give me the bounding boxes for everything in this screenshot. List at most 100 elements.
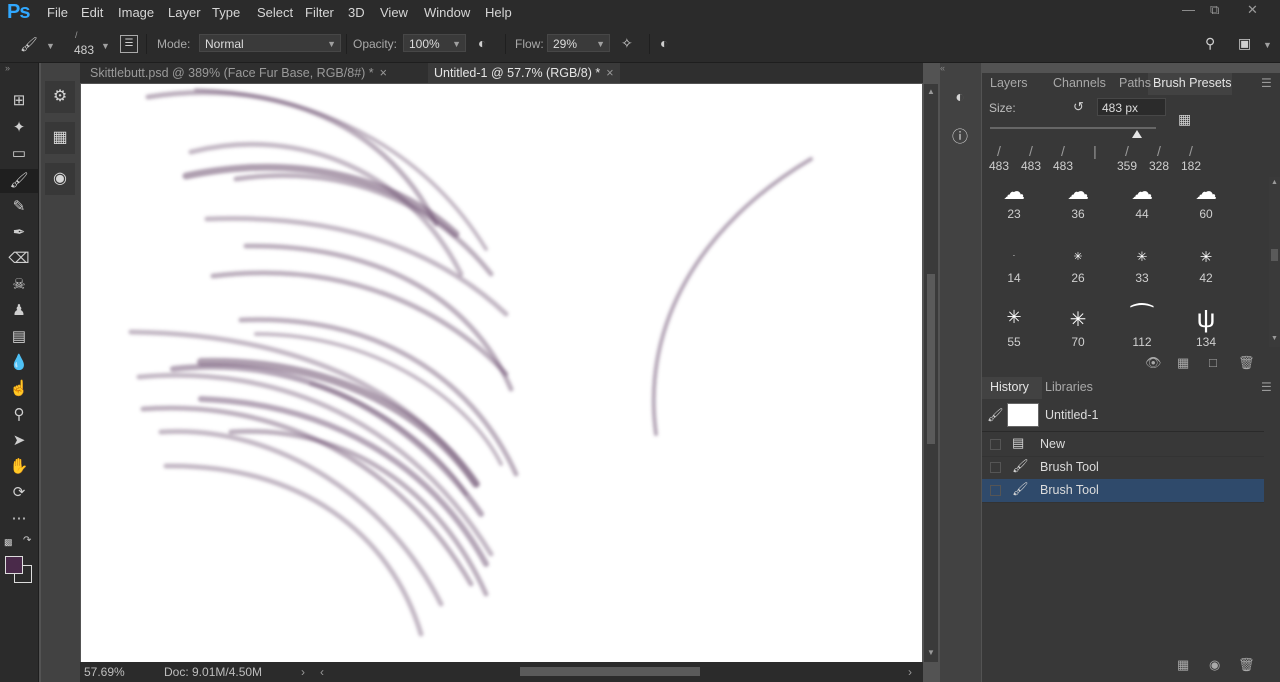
- info-icon[interactable]: ⓘ: [945, 124, 975, 152]
- history-snapshot-row[interactable]: 🖌 Untitled-1: [982, 401, 1264, 432]
- document-canvas[interactable]: [81, 84, 922, 662]
- brush-panel-toggle-icon[interactable]: ☰: [120, 35, 138, 53]
- scroll-thumb[interactable]: [927, 274, 935, 444]
- scroll-right-icon[interactable]: ›: [908, 665, 912, 679]
- crop-tool-icon[interactable]: ⊞: [0, 89, 38, 113]
- zoom-tool-icon[interactable]: ⚲: [0, 403, 38, 427]
- tab-close-icon[interactable]: ×: [606, 66, 613, 80]
- menu-edit[interactable]: Edit: [81, 5, 103, 20]
- mode-select[interactable]: Normal ▼: [199, 34, 341, 52]
- canvas-vertical-scrollbar[interactable]: ▲ ▼: [924, 84, 938, 662]
- history-step[interactable]: 🖌 Brush Tool: [982, 456, 1264, 480]
- size-input[interactable]: 483 px: [1097, 98, 1166, 116]
- default-colors-icon[interactable]: ▩: [4, 537, 13, 548]
- chevron-down-icon[interactable]: ▼: [46, 41, 55, 51]
- new-document-from-state-icon[interactable]: ▦: [1177, 657, 1189, 673]
- brush-preset[interactable]: ☁ 36: [1046, 177, 1110, 239]
- status-menu-arrow-icon[interactable]: ›: [301, 665, 305, 679]
- brush-preset[interactable]: · 14: [982, 239, 1046, 303]
- scroll-thumb[interactable]: [1271, 249, 1278, 261]
- brush-settings-icon[interactable]: ▦: [1178, 111, 1191, 128]
- brush-tool-icon[interactable]: 🖌: [0, 169, 38, 193]
- scroll-left-icon[interactable]: ‹: [320, 665, 324, 679]
- reset-size-icon[interactable]: ↺: [1073, 99, 1084, 115]
- scroll-down-icon[interactable]: ▼: [927, 648, 935, 657]
- brush-preset[interactable]: ⁀ 112: [1110, 303, 1174, 347]
- scroll-down-icon[interactable]: ▼: [1271, 335, 1278, 342]
- tab-brush-presets[interactable]: Brush Presets: [1153, 76, 1232, 90]
- brush-size-readout[interactable]: 483: [74, 43, 94, 57]
- scroll-up-icon[interactable]: ▲: [1271, 179, 1278, 186]
- history-checkbox[interactable]: [990, 485, 1001, 496]
- brush-settings-icon[interactable]: ⚙: [45, 81, 75, 113]
- chevron-down-icon[interactable]: ▼: [101, 41, 110, 51]
- flow-field[interactable]: 29% ▼: [547, 34, 610, 52]
- panel-menu-icon[interactable]: ☰: [1261, 76, 1272, 90]
- history-step[interactable]: ▤ New: [982, 433, 1264, 457]
- menu-view[interactable]: View: [380, 5, 408, 20]
- recent-brush[interactable]: |: [1080, 143, 1110, 159]
- smudge-tool-icon[interactable]: ☝: [0, 377, 38, 401]
- recent-brush[interactable]: /328: [1144, 143, 1174, 173]
- menu-type[interactable]: Type: [212, 5, 240, 20]
- camera-icon[interactable]: ◉: [1209, 657, 1220, 673]
- brush-presets-scrollbar[interactable]: ▲ ▼: [1269, 177, 1280, 347]
- expand-panels-icon[interactable]: «: [940, 63, 945, 73]
- palette-icon[interactable]: ◉: [45, 163, 75, 195]
- pressure-size-icon[interactable]: ◐: [660, 35, 668, 51]
- history-brush-source-icon[interactable]: 🖌: [987, 407, 1004, 423]
- menu-image[interactable]: Image: [118, 5, 154, 20]
- menu-select[interactable]: Select: [257, 5, 293, 20]
- more-tools-icon[interactable]: ⋯: [0, 507, 38, 531]
- history-checkbox[interactable]: [990, 462, 1001, 473]
- brush-preset[interactable]: ✳ 42: [1174, 239, 1238, 303]
- tab-history[interactable]: History: [990, 380, 1029, 394]
- recent-brush[interactable]: /359: [1112, 143, 1142, 173]
- tab-channels[interactable]: Channels: [1053, 76, 1106, 90]
- menu-filter[interactable]: Filter: [305, 5, 334, 20]
- history-step-selected[interactable]: 🖌 Brush Tool: [982, 479, 1264, 503]
- brush-preset[interactable]: ☁ 23: [982, 177, 1046, 239]
- workspace-icon[interactable]: ▣: [1238, 35, 1251, 52]
- menu-layer[interactable]: Layer: [168, 5, 201, 20]
- brush-preset[interactable]: ☁ 60: [1174, 177, 1238, 239]
- zoom-level[interactable]: 57.69%: [84, 665, 125, 679]
- eraser-tool-icon[interactable]: ⌫: [0, 247, 38, 271]
- clone-stamp-tool-icon[interactable]: ♟: [0, 299, 38, 323]
- history-checkbox[interactable]: [990, 439, 1001, 450]
- brush-panel-icon[interactable]: ▦: [1177, 355, 1189, 371]
- tab-paths[interactable]: Paths: [1119, 76, 1151, 90]
- collapse-toolbox-icon[interactable]: »: [5, 63, 10, 73]
- paint-bucket-tool-icon[interactable]: ☠: [0, 273, 38, 297]
- close-icon[interactable]: ✕: [1247, 2, 1258, 18]
- adjustments-icon[interactable]: ◐: [945, 84, 975, 112]
- panel-menu-icon[interactable]: ☰: [1261, 380, 1272, 394]
- restore-icon[interactable]: ⧉: [1210, 2, 1219, 18]
- tab-close-icon[interactable]: ×: [380, 66, 387, 80]
- marquee-tool-icon[interactable]: ▭: [0, 142, 38, 166]
- recent-brush[interactable]: /483: [1048, 143, 1078, 173]
- brush-tool-icon[interactable]: 🖌: [20, 36, 38, 53]
- recent-brush[interactable]: /182: [1176, 143, 1206, 173]
- recent-brush[interactable]: /483: [984, 143, 1014, 173]
- tab-layers[interactable]: Layers: [990, 76, 1028, 90]
- swap-colors-icon[interactable]: ↷: [23, 535, 31, 546]
- grid-icon[interactable]: ▦: [45, 122, 75, 154]
- scroll-up-icon[interactable]: ▲: [927, 87, 935, 96]
- blur-tool-icon[interactable]: 💧: [0, 351, 38, 375]
- horizontal-scroll-thumb[interactable]: [520, 667, 700, 676]
- brush-preset[interactable]: ✳ 70: [1046, 303, 1110, 347]
- toggle-preview-icon[interactable]: 👁: [1145, 355, 1162, 371]
- gradient-tool-icon[interactable]: ▤: [0, 325, 38, 349]
- eyedropper-tool-icon[interactable]: ✒: [0, 221, 38, 245]
- menu-help[interactable]: Help: [485, 5, 512, 20]
- tab-skittlebutt[interactable]: Skittlebutt.psd @ 389% (Face Fur Base, R…: [84, 63, 393, 83]
- menu-3d[interactable]: 3D: [348, 5, 365, 20]
- minimize-icon[interactable]: —: [1182, 2, 1195, 17]
- menu-file[interactable]: File: [47, 5, 68, 20]
- size-slider-track[interactable]: [990, 127, 1156, 129]
- foreground-color-swatch[interactable]: [5, 556, 23, 574]
- trash-icon[interactable]: 🗑: [1238, 657, 1255, 673]
- chevron-down-icon[interactable]: ▼: [1263, 40, 1272, 50]
- pressure-opacity-icon[interactable]: ◐: [478, 35, 486, 51]
